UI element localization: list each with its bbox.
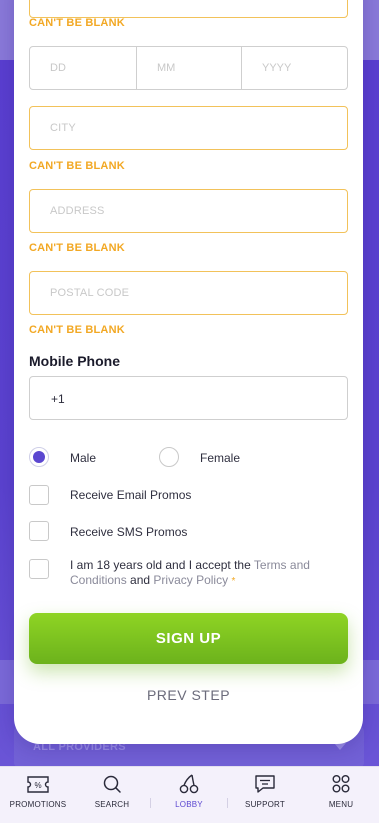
mobile-phone-label: Mobile Phone — [29, 353, 120, 369]
day-input[interactable]: DD — [29, 46, 137, 90]
bottom-nav: % PROMOTIONS SEARCH LOBBY SUPPORT MENU — [0, 766, 379, 823]
nav-item-support[interactable]: SUPPORT — [227, 767, 303, 823]
gender-male-label: Male — [70, 451, 97, 465]
gender-male-radio[interactable] — [29, 447, 49, 467]
terms-text: I am 18 years old and I accept the Terms… — [70, 558, 340, 589]
previous-field[interactable] — [29, 0, 348, 18]
year-placeholder: YYYY — [262, 62, 292, 74]
city-error: CAN'T BE BLANK — [29, 160, 125, 172]
gender-female-radio[interactable] — [159, 447, 179, 467]
gender-female-label: Female — [200, 451, 241, 465]
sms-promos-label: Receive SMS Promos — [70, 525, 188, 539]
error-message: CAN'T BE BLANK — [29, 17, 125, 29]
city-placeholder: CITY — [50, 122, 76, 134]
postal-code-input[interactable]: POSTAL CODE — [29, 271, 348, 315]
nav-label-lobby: LOBBY — [175, 800, 203, 809]
nav-item-lobby[interactable]: LOBBY — [151, 767, 227, 823]
postal-code-placeholder: POSTAL CODE — [50, 287, 130, 299]
month-placeholder: MM — [157, 62, 176, 74]
email-promos-label: Receive Email Promos — [70, 488, 192, 502]
nav-label-search: SEARCH — [94, 800, 130, 809]
sign-up-button[interactable]: SIGN UP — [29, 613, 348, 664]
city-input[interactable]: CITY — [29, 106, 348, 150]
terms-checkbox[interactable] — [29, 559, 49, 579]
privacy-policy-link[interactable]: Privacy Policy — [153, 573, 228, 587]
grid-icon — [332, 775, 350, 793]
sms-promos-checkbox[interactable] — [29, 521, 49, 541]
nav-label-support: SUPPORT — [245, 800, 285, 809]
terms-text-part1: I am 18 years old and I accept the — [70, 558, 254, 572]
address-error: CAN'T BE BLANK — [29, 242, 125, 254]
required-mark: * — [231, 576, 236, 587]
search-icon — [103, 775, 121, 793]
address-input[interactable]: ADDRESS — [29, 189, 348, 233]
chat-icon — [255, 775, 275, 793]
nav-item-promotions[interactable]: % PROMOTIONS — [0, 767, 76, 823]
nav-item-search[interactable]: SEARCH — [74, 767, 150, 823]
svg-text:%: % — [34, 781, 41, 790]
cherries-icon — [179, 774, 199, 794]
chevron-down-icon — [334, 743, 346, 750]
year-input[interactable]: YYYY — [241, 46, 348, 90]
promotions-icon: % — [27, 776, 49, 793]
month-input[interactable]: MM — [136, 46, 242, 90]
postal-code-error: CAN'T BE BLANK — [29, 324, 125, 336]
nav-label-promotions: PROMOTIONS — [9, 800, 67, 809]
mobile-phone-input[interactable]: +1 — [29, 376, 348, 420]
day-placeholder: DD — [50, 62, 66, 74]
nav-label-menu: MENU — [328, 800, 354, 809]
nav-item-menu[interactable]: MENU — [303, 767, 379, 823]
terms-text-part2: and — [126, 573, 154, 587]
address-placeholder: ADDRESS — [50, 205, 105, 217]
email-promos-checkbox[interactable] — [29, 485, 49, 505]
prev-step-button[interactable]: PREV STEP — [29, 687, 348, 703]
mobile-phone-value: +1 — [51, 392, 65, 406]
